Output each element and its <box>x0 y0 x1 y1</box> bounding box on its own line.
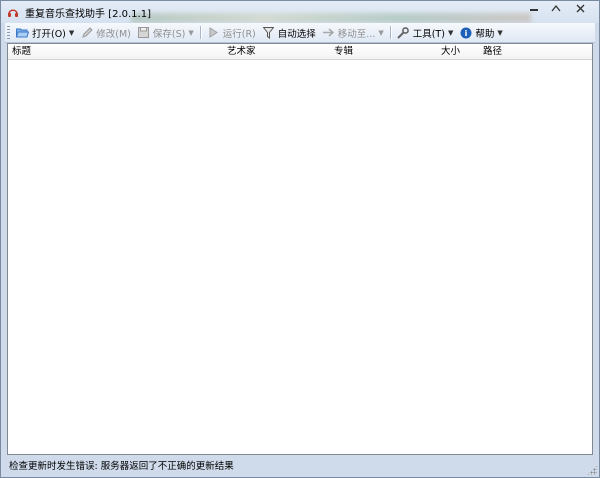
close-button[interactable] <box>567 1 593 15</box>
folder-open-icon <box>16 26 29 39</box>
move-to-dropdown-icon[interactable]: ▼ <box>378 29 383 37</box>
run-label: 运行(R) <box>222 28 256 40</box>
open-button[interactable]: 打开(O) ▼ <box>13 24 77 41</box>
modify-button[interactable]: 修改(M) <box>77 24 134 41</box>
list-header: 标题 艺术家 专辑 大小 路径 <box>8 44 592 60</box>
results-list[interactable]: 标题 艺术家 专辑 大小 路径 <box>7 43 593 455</box>
tools-button[interactable]: 工具(T) ▼ <box>394 24 457 41</box>
open-label: 打开(O) <box>32 28 66 40</box>
status-message: 检查更新时发生错误: 服务器返回了不正确的更新结果 <box>9 460 234 472</box>
app-window: 重复音乐查找助手 [2.0.1.1] 打开(O) ▼ 修改(M) 保存(S) ▼… <box>0 0 600 478</box>
auto-select-button[interactable]: 自动选择 <box>259 24 319 41</box>
toolbar-separator <box>199 26 201 39</box>
toolbar-grip[interactable] <box>7 26 10 39</box>
window-title: 重复音乐查找助手 [2.0.1.1] <box>25 8 151 20</box>
column-header-album[interactable]: 专辑 <box>330 44 437 59</box>
column-header-artist[interactable]: 艺术家 <box>223 44 330 59</box>
save-button[interactable]: 保存(S) ▼ <box>134 24 197 41</box>
column-header-title[interactable]: 标题 <box>8 44 223 59</box>
tools-dropdown-icon[interactable]: ▼ <box>448 29 453 37</box>
filter-icon <box>262 26 275 39</box>
title-bar[interactable]: 重复音乐查找助手 [2.0.1.1] <box>1 1 599 23</box>
pencil-icon <box>80 26 93 39</box>
column-header-path[interactable]: 路径 <box>479 44 596 59</box>
toolbar-separator <box>389 26 391 39</box>
status-bar: 检查更新时发生错误: 服务器返回了不正确的更新结果 <box>5 456 595 473</box>
column-header-size[interactable]: 大小 <box>437 44 479 59</box>
main-toolbar: 打开(O) ▼ 修改(M) 保存(S) ▼ 运行(R) 自动选择 移动至... … <box>5 23 595 43</box>
wrench-icon <box>397 26 410 39</box>
run-button[interactable]: 运行(R) <box>204 24 259 41</box>
save-dropdown-icon[interactable]: ▼ <box>188 29 193 37</box>
auto-select-label: 自动选择 <box>277 28 316 40</box>
help-icon: i <box>459 26 472 39</box>
help-label: 帮助 <box>475 28 495 40</box>
svg-text:i: i <box>464 29 467 38</box>
help-button[interactable]: i 帮助 ▼ <box>456 24 505 41</box>
move-to-label: 移动至... <box>337 28 376 40</box>
move-icon <box>322 26 335 39</box>
maximize-icon <box>551 4 561 12</box>
minimize-button[interactable] <box>523 1 545 15</box>
maximize-button[interactable] <box>545 1 567 15</box>
minimize-icon <box>530 9 538 11</box>
window-controls <box>523 1 593 17</box>
tools-label: 工具(T) <box>412 28 445 40</box>
open-dropdown-icon[interactable]: ▼ <box>69 29 74 37</box>
play-icon <box>207 26 220 39</box>
help-dropdown-icon[interactable]: ▼ <box>497 29 502 37</box>
app-logo-icon <box>7 6 19 18</box>
modify-label: 修改(M) <box>96 28 131 40</box>
save-icon <box>137 26 150 39</box>
move-to-button[interactable]: 移动至... ▼ <box>319 24 387 41</box>
close-icon <box>576 4 584 12</box>
save-label: 保存(S) <box>152 28 186 40</box>
